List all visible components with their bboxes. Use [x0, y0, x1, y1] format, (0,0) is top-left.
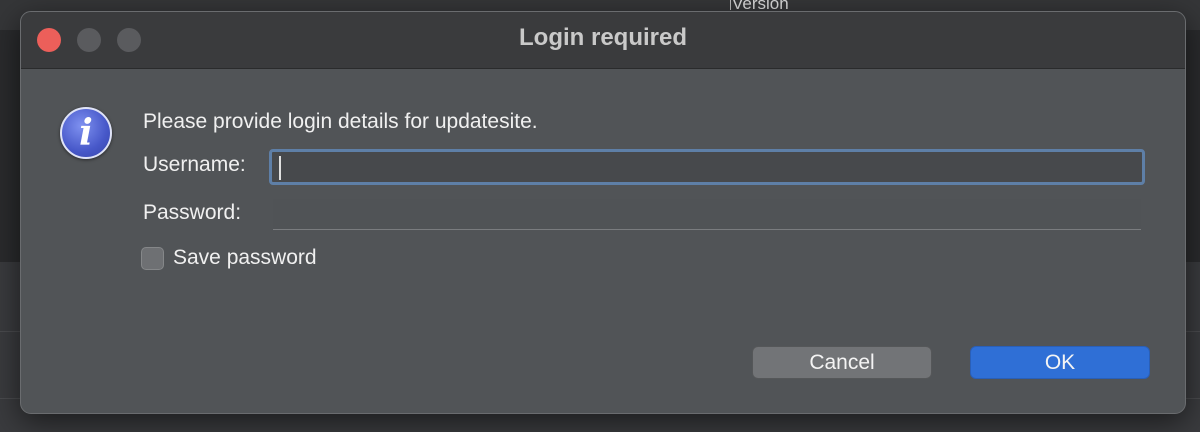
info-icon: i [60, 107, 112, 159]
title-bar[interactable]: Login required [21, 12, 1185, 69]
column-divider [730, 0, 731, 10]
ok-button[interactable]: OK [970, 346, 1150, 379]
save-password-label[interactable]: Save password [173, 246, 317, 270]
login-message: Please provide login details for updates… [143, 110, 538, 133]
save-password-checkbox[interactable] [141, 247, 164, 270]
text-caret [279, 156, 281, 180]
username-label: Username: [143, 153, 246, 176]
username-input[interactable] [269, 149, 1145, 185]
password-input[interactable] [273, 199, 1141, 230]
dialog-title: Login required [519, 24, 687, 51]
cancel-button[interactable]: Cancel [752, 346, 932, 379]
password-label: Password: [143, 201, 242, 224]
login-dialog: Login required i Please provide login de… [20, 11, 1186, 414]
